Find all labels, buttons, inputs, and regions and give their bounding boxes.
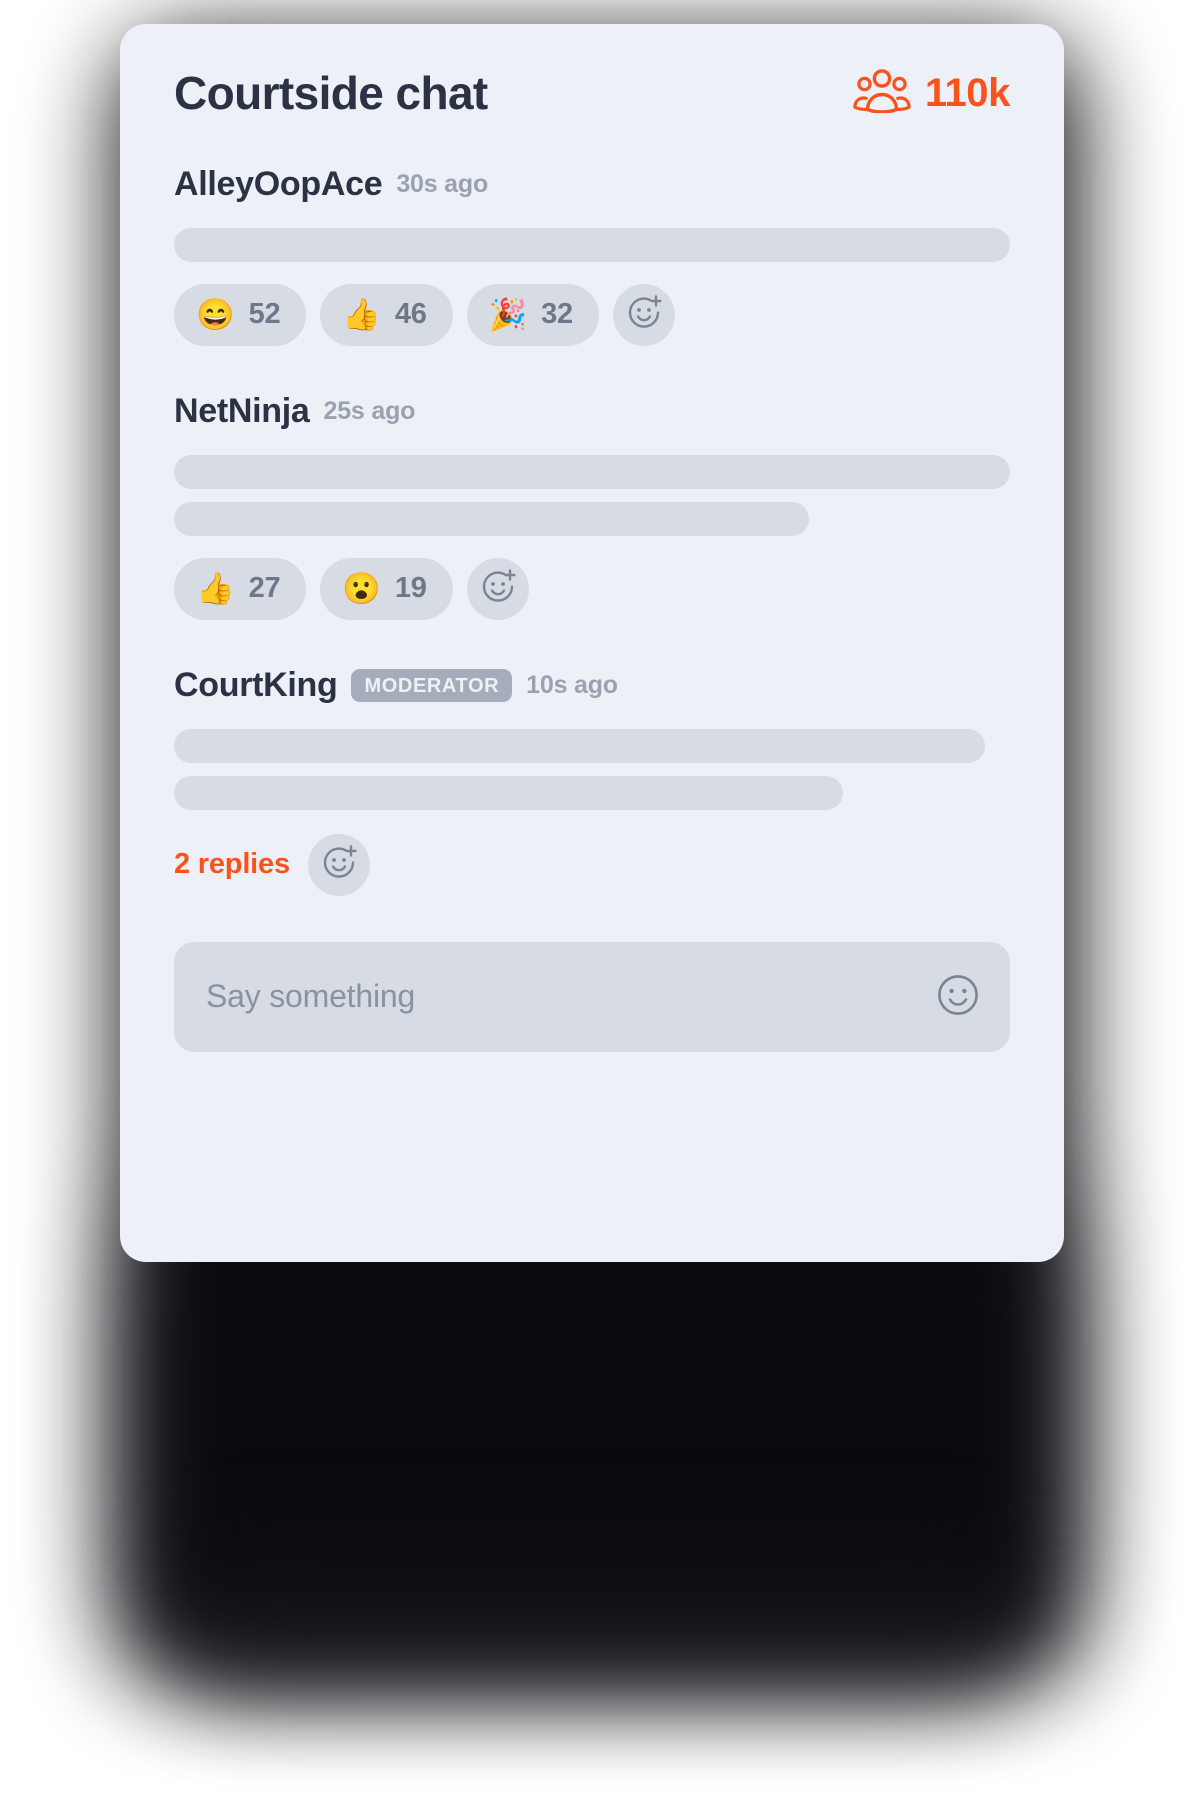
message-text-placeholder <box>174 775 843 810</box>
reaction-count: 32 <box>541 298 573 331</box>
page-title: Courtside chat <box>174 67 488 119</box>
message-body <box>174 728 1010 810</box>
add-reaction-button[interactable] <box>466 557 529 620</box>
message-body <box>174 454 1010 536</box>
reaction-chip[interactable]: 👍 27 <box>174 557 307 620</box>
grinning-face-emoji: 😄 <box>196 297 235 333</box>
reaction-chip[interactable]: 👍 46 <box>320 283 453 346</box>
add-reaction-icon <box>321 845 357 884</box>
viewer-count-group[interactable]: 110k <box>853 68 1011 118</box>
reaction-count: 27 <box>248 572 281 605</box>
face-with-open-mouth-emoji: 😮 <box>342 571 381 607</box>
message-text-placeholder <box>174 227 1010 262</box>
card-shadow-base <box>175 1540 1015 1700</box>
reaction-count: 46 <box>394 298 427 331</box>
chat-card: Courtside chat 110k AlleyOopAce 30s ago … <box>120 24 1064 1262</box>
reaction-count: 52 <box>248 298 281 331</box>
screenshot-stage: Courtside chat 110k AlleyOopAce 30s ago … <box>0 0 1191 1800</box>
message-author[interactable]: AlleyOopAce <box>174 165 383 204</box>
message-composer[interactable]: Say something <box>174 941 1010 1052</box>
view-replies-link[interactable]: 2 replies <box>174 848 290 881</box>
composer-placeholder: Say something <box>206 978 416 1015</box>
message-text-placeholder <box>174 728 985 763</box>
replies-row: 2 replies <box>174 833 1010 896</box>
status-badge: MODERATOR <box>351 668 513 702</box>
add-reaction-icon <box>480 569 516 608</box>
thumbs-up-emoji: 👍 <box>196 571 235 607</box>
message-header: NetNinja 25s ago <box>174 392 1010 431</box>
message-text-placeholder <box>174 454 1010 489</box>
message-timestamp: 10s ago <box>526 670 618 699</box>
add-reaction-button[interactable] <box>307 833 370 896</box>
add-reaction-icon <box>626 295 662 334</box>
message-author[interactable]: CourtKing <box>174 666 338 705</box>
reaction-chip[interactable]: 😄 52 <box>174 283 307 346</box>
message-timestamp: 30s ago <box>396 169 489 198</box>
reaction-chip[interactable]: 😮 19 <box>320 557 453 620</box>
viewer-count-label: 110k <box>924 70 1011 115</box>
message-header: CourtKing MODERATOR 10s ago <box>174 666 1010 705</box>
add-reaction-button[interactable] <box>612 283 675 346</box>
reaction-bar: 👍 27 😮 19 <box>174 557 1010 620</box>
chat-message: AlleyOopAce 30s ago 😄 52 👍 46 🎉 32 <box>174 165 1010 346</box>
party-popper-emoji: 🎉 <box>488 297 528 333</box>
reaction-count: 19 <box>394 572 427 605</box>
message-header: AlleyOopAce 30s ago <box>174 165 1010 204</box>
chat-header: Courtside chat 110k <box>174 68 1010 119</box>
emoji-picker-button[interactable] <box>936 973 980 1020</box>
thumbs-up-emoji: 👍 <box>342 297 381 333</box>
group-people-icon <box>853 68 911 118</box>
message-author[interactable]: NetNinja <box>174 392 310 431</box>
reaction-chip[interactable]: 🎉 32 <box>466 283 599 346</box>
message-timestamp: 25s ago <box>323 396 416 425</box>
chat-message: NetNinja 25s ago 👍 27 😮 19 <box>174 392 1010 620</box>
smiley-face-icon <box>936 973 980 1020</box>
chat-message: CourtKing MODERATOR 10s ago 2 replies <box>174 666 1010 896</box>
message-text-placeholder <box>174 501 810 536</box>
message-body <box>174 227 1010 262</box>
reaction-bar: 😄 52 👍 46 🎉 32 <box>174 283 1010 346</box>
